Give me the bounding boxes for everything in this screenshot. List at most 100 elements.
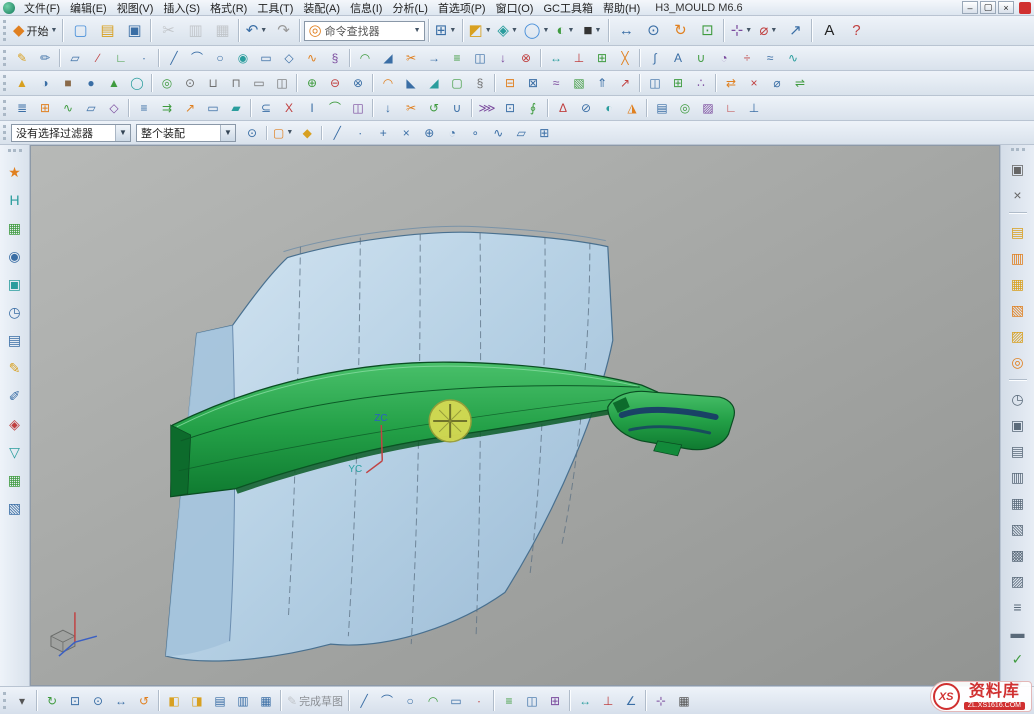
snap-midpoint-icon[interactable]: ∙ <box>349 123 371 143</box>
palette-icon[interactable]: ▦ <box>3 217 27 238</box>
fit-bottom-icon[interactable]: ⊡ <box>64 691 86 711</box>
move-object-icon[interactable]: ↗ <box>782 18 808 44</box>
check-mate-icon[interactable]: ✓ <box>1006 648 1030 669</box>
render-style-icon[interactable]: ◐▼ <box>552 18 578 44</box>
quick-trim-icon[interactable]: ╳ <box>614 48 636 68</box>
right-view-icon[interactable]: ▦ <box>255 691 277 711</box>
mirror-bottom-icon[interactable]: ◫ <box>521 691 543 711</box>
select-general-icon[interactable]: ▢▼ <box>271 123 295 143</box>
menu-item[interactable]: 视图(V) <box>112 0 159 15</box>
trim-curve-icon[interactable]: ✂ <box>400 48 422 68</box>
roles-icon[interactable]: ▦ <box>1006 492 1030 513</box>
pattern-bottom-icon[interactable]: ⊞ <box>544 691 566 711</box>
arc-icon[interactable]: ⌒ <box>186 48 208 68</box>
snap-control-point-icon[interactable]: + <box>372 123 394 143</box>
project-face-icon[interactable]: ↓ <box>377 98 399 118</box>
reuse-library-icon[interactable]: ▧ <box>1006 299 1030 320</box>
snap-bottom-icon[interactable]: ⊹ <box>650 691 672 711</box>
snap-point-on-curve-icon[interactable]: ∿ <box>487 123 509 143</box>
datum-plane-icon[interactable]: ▱ <box>64 48 86 68</box>
wcs-dynamics-icon[interactable]: ∟ <box>720 98 742 118</box>
pan-icon[interactable]: ↔ <box>613 18 639 44</box>
redo-icon[interactable]: ↷ <box>270 18 296 44</box>
menu-item[interactable]: 装配(A) <box>298 0 345 15</box>
menu-item[interactable]: 窗口(O) <box>491 0 539 15</box>
restore-view-window-icon[interactable]: ▣ <box>1006 158 1030 179</box>
deviation-analysis-icon[interactable]: Δ <box>552 98 574 118</box>
split-body-icon[interactable]: ⊠ <box>522 73 544 93</box>
pattern-feature-icon[interactable]: ⊞ <box>667 73 689 93</box>
law-extension-icon[interactable]: ↗ <box>179 98 201 118</box>
layer-settings-icon[interactable]: ▤ <box>651 98 673 118</box>
menu-item[interactable]: 信息(I) <box>345 0 387 15</box>
sketch-point-bottom-icon[interactable]: ∙ <box>468 691 490 711</box>
annotate-icon[interactable]: ✐ <box>3 385 27 406</box>
thicken-icon[interactable]: ⊆ <box>255 98 277 118</box>
menu-item[interactable]: 帮助(H) <box>598 0 645 15</box>
sketch-in-task-icon[interactable]: ✏ <box>34 48 56 68</box>
edge-symmetry-icon[interactable]: ◫ <box>347 98 369 118</box>
constraint-icon[interactable]: ⊥ <box>568 48 590 68</box>
manufacturing-wizard-icon[interactable]: ▥ <box>1006 466 1030 487</box>
background-color-icon[interactable]: ■▼ <box>579 18 605 44</box>
part-navigator-icon[interactable]: ▦ <box>1006 273 1030 294</box>
datum-csys-icon[interactable]: ∟ <box>110 48 132 68</box>
offset-curve-icon[interactable]: ≡ <box>446 48 468 68</box>
through-curves-icon[interactable]: ≣ <box>11 98 33 118</box>
menu-item[interactable]: 首选项(P) <box>433 0 491 15</box>
polygon-icon[interactable]: ◇ <box>278 48 300 68</box>
mirror-feature-icon[interactable]: ◫ <box>644 73 666 93</box>
undo-icon[interactable]: ↶▼ <box>243 18 269 44</box>
curve-analysis-icon[interactable]: ∿ <box>782 48 804 68</box>
favorites-icon[interactable]: ★ <box>3 161 27 182</box>
shell-icon[interactable]: ▢ <box>446 73 468 93</box>
extension-surface-icon[interactable]: ⇉ <box>156 98 178 118</box>
pad-icon[interactable]: ⊓ <box>225 73 247 93</box>
datum-axis-icon[interactable]: ∕ <box>87 48 109 68</box>
snap-quadrant-icon[interactable]: ◔ <box>441 123 463 143</box>
ellipse-icon[interactable]: ◉ <box>232 48 254 68</box>
cylinder-icon[interactable]: ● <box>80 73 102 93</box>
history-palette-icon[interactable]: ◷ <box>1006 388 1030 409</box>
sketch-rectangle-bottom-icon[interactable]: ▭ <box>445 691 467 711</box>
sketch-circle-bottom-icon[interactable]: ○ <box>399 691 421 711</box>
sketch-line-bottom-icon[interactable]: ╱ <box>353 691 375 711</box>
subtract-icon[interactable]: ⊖ <box>324 73 346 93</box>
groove-icon[interactable]: ◫ <box>271 73 293 93</box>
show-constraints-icon[interactable]: ∠ <box>620 691 642 711</box>
patch-icon[interactable]: ▧ <box>568 73 590 93</box>
sketch-arc-bottom-icon[interactable]: ⌒ <box>376 691 398 711</box>
point-icon[interactable]: ∙ <box>133 48 155 68</box>
sew-icon[interactable]: ≈ <box>545 73 567 93</box>
capture-icon[interactable]: ▣ <box>3 273 27 294</box>
offset-surface-icon[interactable]: ≡ <box>133 98 155 118</box>
reflect-analysis-icon[interactable]: ◐ <box>598 98 620 118</box>
menu-item[interactable]: 文件(F) <box>19 0 65 15</box>
line-icon[interactable]: ╱ <box>163 48 185 68</box>
text-curve-icon[interactable]: A <box>667 48 689 68</box>
swept-icon[interactable]: ∿ <box>57 98 79 118</box>
rotate-icon[interactable]: ↻ <box>667 18 693 44</box>
circle-icon[interactable]: ○ <box>209 48 231 68</box>
cone-icon[interactable]: ▲ <box>103 73 125 93</box>
save-icon[interactable]: ▣ <box>121 18 147 44</box>
highlight-icon[interactable]: ◆ <box>296 123 318 143</box>
untrim-icon[interactable]: ↺ <box>423 98 445 118</box>
menu-item[interactable]: 工具(T) <box>252 0 298 15</box>
start-icon[interactable]: ◆开始▼ <box>11 18 59 44</box>
sphere-icon[interactable]: ◯ <box>126 73 148 93</box>
graphics-window[interactable]: ZC YC <box>31 146 999 685</box>
view-orient-icon[interactable]: ◩▼ <box>467 18 494 44</box>
measure-distance-icon[interactable]: ⌀▼ <box>755 18 781 44</box>
fit-view-icon[interactable]: ⊡ <box>694 18 720 44</box>
constraint-navigator-icon[interactable]: ▥ <box>1006 247 1030 268</box>
thread-icon[interactable]: § <box>469 73 491 93</box>
ruled-icon[interactable]: ▱ <box>80 98 102 118</box>
scale-body-icon[interactable]: ↗ <box>614 73 636 93</box>
process-studio-icon[interactable]: ▤ <box>1006 440 1030 461</box>
menu-item[interactable]: GC工具箱 <box>538 0 598 15</box>
system-scenes-icon[interactable]: ▧ <box>1006 518 1030 539</box>
pan-bottom-icon[interactable]: ↔ <box>110 691 132 711</box>
shaded-mode-icon[interactable]: ◈▼ <box>495 18 521 44</box>
edge-blend-icon[interactable]: ◠ <box>377 73 399 93</box>
